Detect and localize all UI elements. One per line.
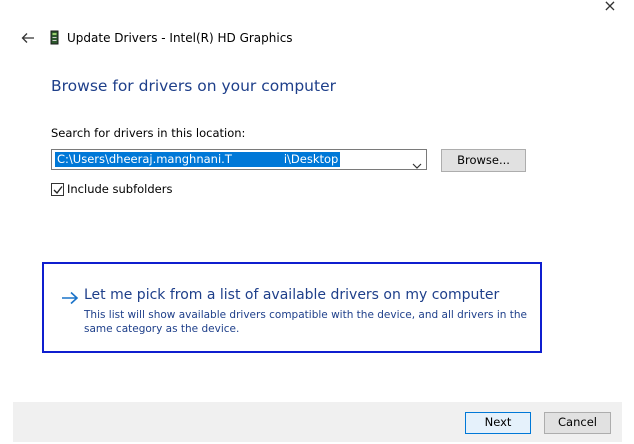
search-location-label: Search for drivers in this location:	[51, 126, 246, 140]
display-adapter-icon	[50, 30, 60, 46]
dialog-footer: Next Cancel	[13, 402, 622, 442]
window-title: Update Drivers - Intel(R) HD Graphics	[67, 31, 293, 45]
search-location-combobox[interactable]: C:\Users\dheeraj.manghnani.T i\Desktop	[51, 149, 427, 170]
search-location-value[interactable]: C:\Users\dheeraj.manghnani.T i\Desktop	[55, 152, 341, 167]
pick-from-list-title[interactable]: Let me pick from a list of available dri…	[84, 287, 499, 303]
browse-button[interactable]: Browse...	[441, 149, 526, 172]
cancel-button[interactable]: Cancel	[544, 412, 611, 434]
title-bar: Update Drivers - Intel(R) HD Graphics	[20, 29, 293, 47]
pick-from-list-option[interactable]: Let me pick from a list of available dri…	[42, 262, 542, 353]
next-button[interactable]: Next	[465, 412, 531, 434]
path-value-end: i\Desktop	[283, 152, 339, 166]
back-arrow-icon[interactable]	[20, 30, 36, 46]
chevron-down-icon[interactable]	[412, 155, 422, 169]
page-title: Browse for drivers on your computer	[51, 77, 336, 95]
path-value-start: C:\Users\dheeraj.manghnani.T	[57, 152, 232, 166]
close-icon[interactable]: ×	[600, 0, 620, 14]
include-subfolders-checkbox[interactable]	[51, 182, 64, 196]
include-subfolders-label: Include subfolders	[67, 182, 173, 196]
pick-from-list-description: This list will show available drivers co…	[84, 309, 527, 335]
redacted-text	[231, 152, 284, 167]
include-subfolders-option[interactable]: Include subfolders	[51, 182, 172, 196]
checkmark-icon	[53, 185, 63, 194]
right-arrow-icon	[61, 290, 79, 305]
